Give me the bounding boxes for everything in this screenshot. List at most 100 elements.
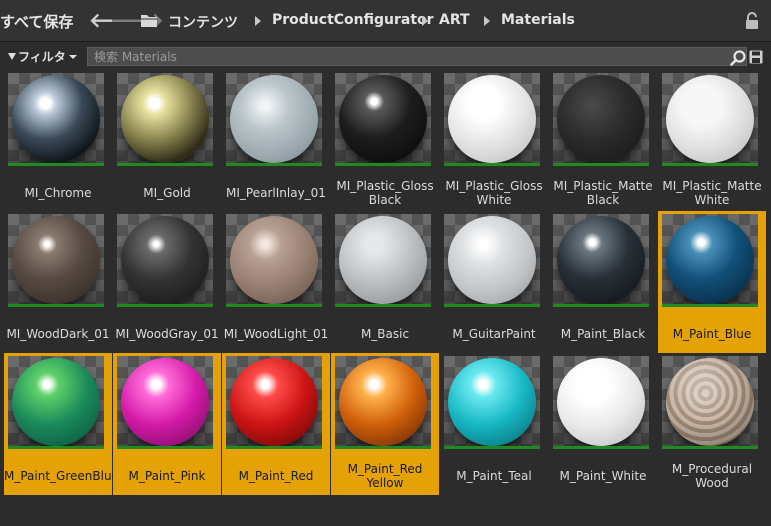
asset-name-line2: White <box>694 193 730 207</box>
asset-name: MI_PearlInlay_01 <box>226 186 326 200</box>
asset-grid: MI_Chrome MI_Gold MI_PearlInlay_01 MI_Plast… <box>0 70 771 526</box>
asset-tile[interactable]: MI_WoodGray_01 <box>113 211 221 353</box>
asset-name: MI_Plastic_Gloss <box>445 179 543 193</box>
breadcrumb-separator-icon[interactable] <box>255 16 261 26</box>
material-sphere-icon <box>448 358 536 446</box>
asset-name: M_Paint_GreenBlue <box>4 469 119 483</box>
asset-thumbnail <box>444 356 540 449</box>
lock-icon[interactable] <box>744 12 760 30</box>
material-sphere-icon <box>448 216 536 304</box>
material-sphere-icon <box>12 216 100 304</box>
asset-tile[interactable]: M_Paint_White <box>549 353 657 495</box>
search-box[interactable] <box>87 47 747 66</box>
filter-bar: フィルタ <box>0 42 771 70</box>
save-all-button[interactable]: すべて保存 <box>0 11 73 32</box>
asset-thumbnail <box>226 73 322 166</box>
asset-thumbnail <box>553 73 649 166</box>
save-search-icon[interactable] <box>749 50 763 64</box>
asset-thumbnail <box>662 356 758 449</box>
asset-thumbnail <box>662 214 758 307</box>
asset-thumbnail <box>117 214 213 307</box>
asset-tile[interactable]: MI_Plastic_Gloss White <box>440 70 548 212</box>
material-sphere-icon <box>557 216 645 304</box>
chevron-down-icon <box>68 55 77 59</box>
asset-thumbnail <box>117 73 213 166</box>
filter-dropdown[interactable]: フィルタ <box>8 48 77 65</box>
asset-name: M_Paint_Blue <box>672 327 752 341</box>
asset-name: MI_Gold <box>143 186 191 200</box>
breadcrumb-productconfigurator[interactable]: ProductConfigurator <box>272 12 434 28</box>
asset-thumbnail <box>8 356 104 449</box>
breadcrumb-content[interactable]: コンテンツ <box>168 12 238 32</box>
search-icon[interactable] <box>730 50 746 66</box>
asset-thumbnail <box>662 73 758 166</box>
asset-tile[interactable]: M_Basic <box>331 211 439 353</box>
asset-name: M_Paint_Red <box>238 469 314 483</box>
asset-tile[interactable]: M_Paint_Pink <box>113 353 221 495</box>
asset-thumbnail <box>335 73 431 166</box>
material-sphere-icon <box>230 75 318 163</box>
asset-name-line2: Yellow <box>366 476 404 490</box>
asset-thumbnail <box>444 73 540 166</box>
asset-tile[interactable]: M_Procedural Wood <box>658 353 766 495</box>
material-sphere-icon <box>666 75 754 163</box>
asset-tile[interactable]: MI_WoodLight_01 <box>222 211 330 353</box>
asset-name: M_Paint_White <box>559 469 647 483</box>
asset-name-line2: Black <box>368 193 402 207</box>
material-sphere-icon <box>339 216 427 304</box>
asset-tile[interactable]: M_Paint_Red <box>222 353 330 495</box>
asset-thumbnail <box>117 356 213 449</box>
asset-name: MI_Plastic_Matte <box>662 179 762 193</box>
folder-icon <box>141 15 157 27</box>
asset-name: MI_Chrome <box>24 186 92 200</box>
asset-name: MI_WoodLight_01 <box>223 327 329 341</box>
asset-name: M_Paint_Pink <box>128 469 206 483</box>
asset-tile[interactable]: MI_Chrome <box>4 70 112 212</box>
asset-thumbnail <box>335 214 431 307</box>
breadcrumb-separator-icon[interactable] <box>484 16 490 26</box>
search-input[interactable] <box>88 48 708 65</box>
material-sphere-icon <box>12 358 100 446</box>
asset-tile[interactable]: M_Paint_Black <box>549 211 657 353</box>
asset-name: M_Procedural <box>671 462 753 476</box>
breadcrumb-separator-icon[interactable] <box>422 16 428 26</box>
breadcrumb-materials[interactable]: Materials <box>501 12 575 28</box>
asset-tile[interactable]: MI_Plastic_Matte Black <box>549 70 657 212</box>
asset-thumbnail <box>444 214 540 307</box>
asset-thumbnail <box>226 356 322 449</box>
asset-thumbnail <box>226 214 322 307</box>
asset-name: MI_Plastic_Gloss <box>336 179 434 193</box>
asset-tile[interactable]: M_Paint_GreenBlue <box>4 353 119 495</box>
asset-tile[interactable]: M_Paint_Red Yellow <box>331 353 439 495</box>
asset-name: M_GuitarPaint <box>452 327 536 341</box>
asset-name: MI_Plastic_Matte <box>553 179 653 193</box>
asset-name: MI_WoodGray_01 <box>115 327 219 341</box>
asset-tile[interactable]: M_Paint_Blue <box>658 211 766 353</box>
asset-tile[interactable]: MI_Plastic_Matte White <box>658 70 766 212</box>
material-sphere-icon <box>339 358 427 446</box>
funnel-icon <box>8 53 16 60</box>
material-sphere-icon <box>557 358 645 446</box>
asset-name: MI_WoodDark_01 <box>6 327 110 341</box>
asset-tile[interactable]: MI_WoodDark_01 <box>4 211 112 353</box>
asset-thumbnail <box>335 356 431 449</box>
asset-name: M_Paint_Red <box>347 462 423 476</box>
material-sphere-icon <box>230 358 318 446</box>
asset-thumbnail <box>8 73 104 166</box>
asset-tile[interactable]: M_GuitarPaint <box>440 211 548 353</box>
material-sphere-icon <box>121 358 209 446</box>
asset-tile[interactable]: MI_Gold <box>113 70 221 212</box>
path-bar: すべて保存 🡐 🡒 コンテンツ ProductConfigurator ART … <box>0 0 771 42</box>
asset-thumbnail <box>553 356 649 449</box>
asset-thumbnail <box>8 214 104 307</box>
breadcrumb-art[interactable]: ART <box>439 12 470 28</box>
asset-name-line2: Wood <box>695 476 729 490</box>
asset-name: M_Basic <box>360 327 410 341</box>
asset-tile[interactable]: M_Paint_Teal <box>440 353 548 495</box>
material-sphere-icon <box>448 75 536 163</box>
asset-name-line2: Black <box>586 193 620 207</box>
filter-label: フィルタ <box>18 50 66 64</box>
asset-tile[interactable]: MI_PearlInlay_01 <box>222 70 330 212</box>
asset-tile[interactable]: MI_Plastic_Gloss Black <box>331 70 439 212</box>
material-sphere-icon <box>666 216 754 304</box>
